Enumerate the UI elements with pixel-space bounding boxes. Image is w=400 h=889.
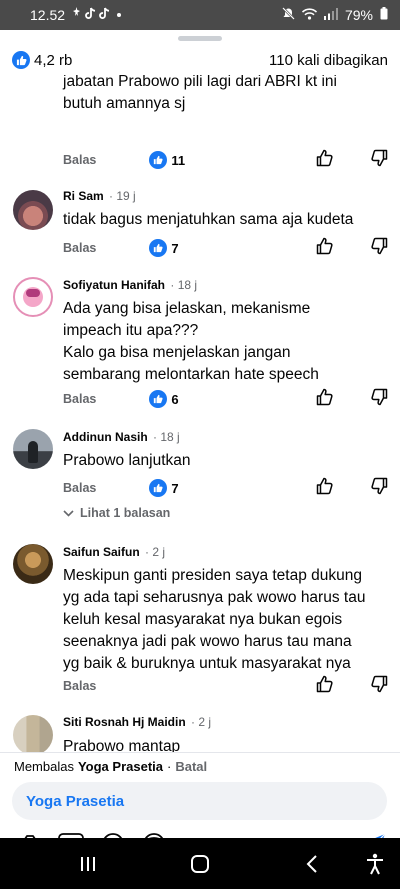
like-reaction-icon [12,51,30,69]
gif-icon[interactable]: GIF [57,830,85,838]
camera-icon[interactable] [16,830,44,838]
reaction-count: 7 [171,480,179,496]
battery-icon [380,7,388,23]
see-replies-button[interactable]: Lihat 1 balasan [63,506,170,520]
thumbs-down-icon[interactable] [370,237,388,255]
comment-item: Sofiyatun Hanifah · 18 j Ada yang bisa j… [0,270,400,420]
commenter-name[interactable]: Sofiyatun Hanifah · 18 j [63,278,197,292]
thumbs-up-icon[interactable] [316,477,334,495]
comment-reactions[interactable]: 7 [149,239,179,257]
avatar[interactable] [13,715,53,752]
comment-actions: Balas 7 [63,237,388,259]
thumbs-down-icon[interactable] [370,149,388,167]
comment-item: Saifun Saifun · 2 j Meskipun ganti presi… [0,540,400,710]
like-count[interactable]: 4,2 rb [34,52,72,69]
avatar[interactable] [13,544,53,584]
commenter-name[interactable]: Addinun Nasih · 18 j [63,430,180,444]
cancel-reply-button[interactable]: Batal [175,759,207,774]
mention-tag: Yoga Prasetia [26,792,125,810]
thumbs-down-icon[interactable] [370,388,388,406]
commenter-name[interactable]: Siti Rosnah Hj Maidin · 2 j [63,715,211,729]
drag-handle[interactable] [178,36,222,41]
mute-icon [282,7,295,23]
recent-apps-icon[interactable] [76,852,100,876]
commenter-name[interactable]: Ri Sam · 19 j [63,189,136,203]
chevron-down-icon [63,506,74,520]
dot-icon [117,13,122,17]
avatar[interactable] [13,429,53,469]
status-bar: 12.52 79% [0,0,400,30]
replying-to-bar: Membalas Yoga Prasetia · Batal [0,752,400,780]
comment-item: Addinun Nasih · 18 j Prabowo lanjutkan B… [0,422,400,539]
reply-button[interactable]: Balas [63,481,96,495]
reaction-count: 11 [171,152,186,168]
comment-reactions[interactable]: 7 [149,479,179,497]
comment-actions: Balas 11 [63,149,388,171]
comment-reactions[interactable]: 6 [149,390,179,408]
comment-item: Siti Rosnah Hj Maidin · 2 j Prabowo mant… [0,712,400,752]
reaction-count: 6 [171,391,179,407]
comment-text: Prabowo lanjutkan [63,452,191,469]
status-time: 12.52 [30,7,66,23]
comment-item: jabatan Prabowo pili lagi dari ABRI kt i… [0,70,400,180]
home-icon[interactable] [188,852,212,876]
reply-button[interactable]: Balas [63,392,96,406]
avatar[interactable] [13,277,53,317]
battery-text: 79% [344,7,373,23]
comment-text: tidak bagus menjatuhkan sama aja kudeta [63,211,354,228]
like-reaction-icon [149,390,168,408]
accessibility-icon[interactable] [363,852,387,876]
comments-sheet: 4,2 rb 110 kali dibagikan jabatan Prabow… [0,30,400,838]
reply-button[interactable]: Balas [63,241,96,255]
avatar[interactable] [13,190,53,230]
comment-actions: Balas 7 [63,477,388,499]
composer-toolbar: GIF [0,826,400,838]
reply-target-name: Yoga Prasetia [77,759,163,774]
comment-reactions[interactable]: 11 [149,151,185,169]
like-reaction-icon [149,239,168,257]
signal-icon [323,7,338,23]
notification-icon [71,7,82,23]
emoji-icon[interactable] [99,830,127,838]
thumbs-down-icon[interactable] [370,675,388,693]
reaction-count: 7 [171,240,179,256]
commenter-name[interactable]: Saifun Saifun · 2 j [63,545,165,559]
comment-input[interactable]: Yoga Prasetia [12,782,387,820]
send-icon[interactable] [360,830,388,838]
comment-list[interactable]: jabatan Prabowo pili lagi dari ABRI kt i… [0,70,400,752]
reply-button[interactable]: Balas [63,679,96,693]
comment-actions: Balas [63,675,388,697]
like-reaction-icon [149,479,168,497]
thumbs-up-icon[interactable] [316,388,334,406]
reply-button[interactable]: Balas [63,153,96,167]
thumbs-up-icon[interactable] [316,149,334,167]
back-icon[interactable] [300,852,324,876]
comment-item: Ri Sam · 19 j tidak bagus menjatuhkan sa… [0,180,400,270]
comment-actions: Balas 6 [63,388,388,410]
thumbs-up-icon[interactable] [316,675,334,693]
comment-text: Meskipun ganti presiden saya tetap dukun… [63,567,366,672]
comment-text: jabatan Prabowo pili lagi dari ABRI kt i… [63,73,337,112]
tiktok-icon [85,7,96,23]
comment-text: Ada yang bisa jelaskan, mekanisme impeac… [63,300,319,383]
tiktok-icon [99,7,110,23]
system-nav-bar [0,838,400,889]
wifi-icon [301,7,318,23]
share-count[interactable]: 110 kali dibagikan [269,52,388,69]
comment-text: Prabowo mantap [63,738,181,752]
reaction-summary: 4,2 rb 110 kali dibagikan [0,45,400,75]
like-reaction-icon [149,151,168,169]
thumbs-down-icon[interactable] [370,477,388,495]
thumbs-up-icon[interactable] [316,237,334,255]
avatar-sticker-icon[interactable] [140,830,168,838]
